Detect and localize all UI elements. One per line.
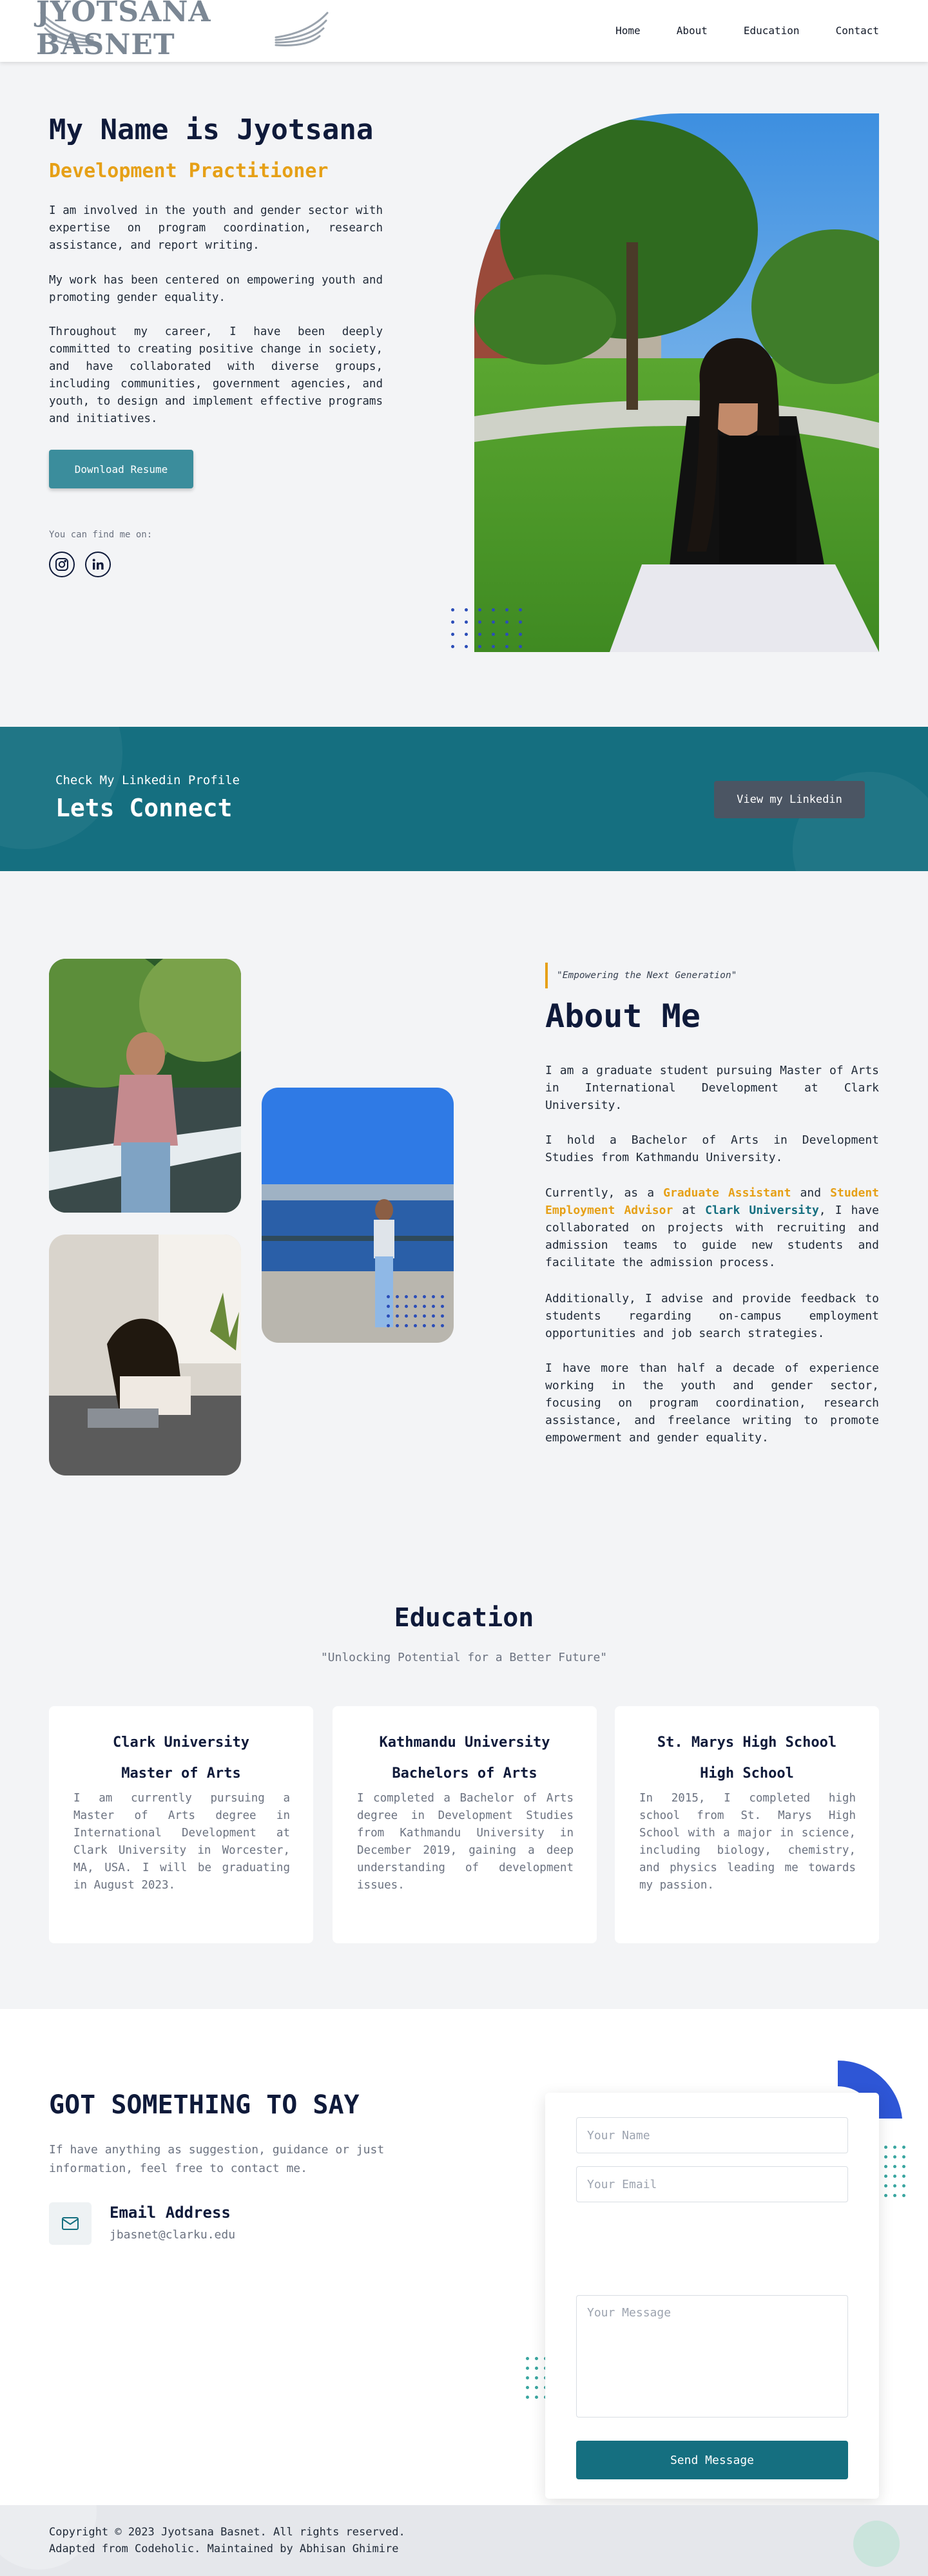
education-description: I completed a Bachelor of Arts degree in… (357, 1792, 574, 1892)
education-subtitle: "Unlocking Potential for a Better Future… (320, 1651, 608, 1664)
hero-paragraph: Throughout my career, I have been deeply… (49, 325, 383, 425)
download-resume-button[interactable]: Download Resume (49, 450, 193, 488)
about-paragraph: I have more than half a decade of experi… (545, 1361, 879, 1445)
hero-paragraph: My work has been centered on empowering … (49, 274, 383, 304)
education-degree: High School (700, 1765, 794, 1782)
copyright-text: Copyright © 2023 Jyotsana Basnet. All ri… (49, 2526, 405, 2539)
linkedin-icon[interactable] (85, 552, 111, 577)
email-label: Email Address (110, 2204, 231, 2222)
decor-dots (387, 1295, 444, 1327)
connect-small-label: Check My Linkedin Profile (55, 773, 240, 787)
education-description: In 2015, I completed high school from St… (639, 1792, 856, 1892)
about-title: About Me (545, 997, 701, 1035)
org-clark-university: Clark University (705, 1204, 819, 1217)
hero-title: My Name is Jyotsana (49, 113, 374, 146)
site-header: JYOTSANA BASNET Home About Education Con… (0, 0, 928, 62)
decor-dots (884, 2146, 905, 2197)
hero-paragraph: I am involved in the youth and gender se… (49, 204, 383, 252)
connect-heading: Lets Connect (55, 794, 233, 822)
contact-form: Send Message (545, 2093, 879, 2499)
nav-contact[interactable]: Contact (836, 24, 879, 37)
decor-dots (451, 608, 522, 648)
education-title: Education (394, 1603, 534, 1633)
site-logo[interactable]: JYOTSANA BASNET (36, 0, 333, 61)
education-school: St. Marys High School (657, 1735, 837, 1751)
education-degree: Bachelors of Arts (392, 1765, 537, 1782)
about-quote: "Empowering the Next Generation" (557, 970, 737, 981)
credit-text: Adapted from Codeholic. Maintained by Ab… (49, 2542, 399, 2555)
view-linkedin-button[interactable]: View my Linkedin (714, 781, 865, 818)
education-description: I am currently pursuing a Master of Arts… (73, 1792, 290, 1892)
hero-subtitle: Development Practitioner (49, 160, 329, 182)
about-paragraph: Additionally, I advise and provide feedb… (545, 1292, 879, 1340)
about-photo-desk (49, 1235, 241, 1475)
education-school: Clark University (113, 1735, 249, 1751)
nav-education[interactable]: Education (744, 24, 800, 37)
about-paragraph: Currently, as a Graduate Assistant and S… (545, 1186, 879, 1269)
send-message-button[interactable]: Send Message (576, 2441, 848, 2479)
name-field[interactable] (576, 2117, 848, 2153)
about-paragraph: I am a graduate student pursuing Master … (545, 1064, 879, 1112)
site-footer: Copyright © 2023 Jyotsana Basnet. All ri… (0, 2505, 928, 2576)
contact-subtitle: If have anything as suggestion, guidance… (49, 2143, 385, 2175)
education-card: Kathmandu University Bachelors of Arts I… (333, 1706, 597, 1943)
about-photo-bridge (49, 959, 241, 1213)
find-me-label: You can find me on: (49, 530, 153, 540)
contact-title: GOT SOMETHING TO SAY (49, 2090, 360, 2120)
instagram-icon[interactable] (49, 552, 75, 577)
nav-home[interactable]: Home (615, 24, 641, 37)
hero-portrait-photo (474, 113, 879, 652)
contact-section: GOT SOMETHING TO SAY If have anything as… (0, 2009, 928, 2505)
email-field[interactable] (576, 2166, 848, 2202)
linkedin-banner: Check My Linkedin Profile Lets Connect V… (0, 727, 928, 871)
quote-accent-bar (545, 963, 548, 988)
education-card: St. Marys High School High School In 201… (615, 1706, 879, 1943)
mail-icon (49, 2202, 92, 2245)
message-field[interactable] (576, 2295, 848, 2417)
nav-about[interactable]: About (677, 24, 708, 37)
about-paragraph: I hold a Bachelor of Arts in Development… (545, 1133, 879, 1164)
education-school: Kathmandu University (379, 1735, 550, 1751)
logo-text: JYOTSANA BASNET (36, 0, 211, 61)
role-graduate-assistant: Graduate Assistant (663, 1186, 791, 1200)
footer-decor (0, 2505, 900, 2570)
education-degree: Master of Arts (121, 1765, 241, 1782)
email-address[interactable]: jbasnet@clarku.edu (110, 2228, 235, 2242)
main-nav: Home About Education Contact (615, 24, 879, 37)
education-card: Clark University Master of Arts I am cur… (49, 1706, 313, 1943)
